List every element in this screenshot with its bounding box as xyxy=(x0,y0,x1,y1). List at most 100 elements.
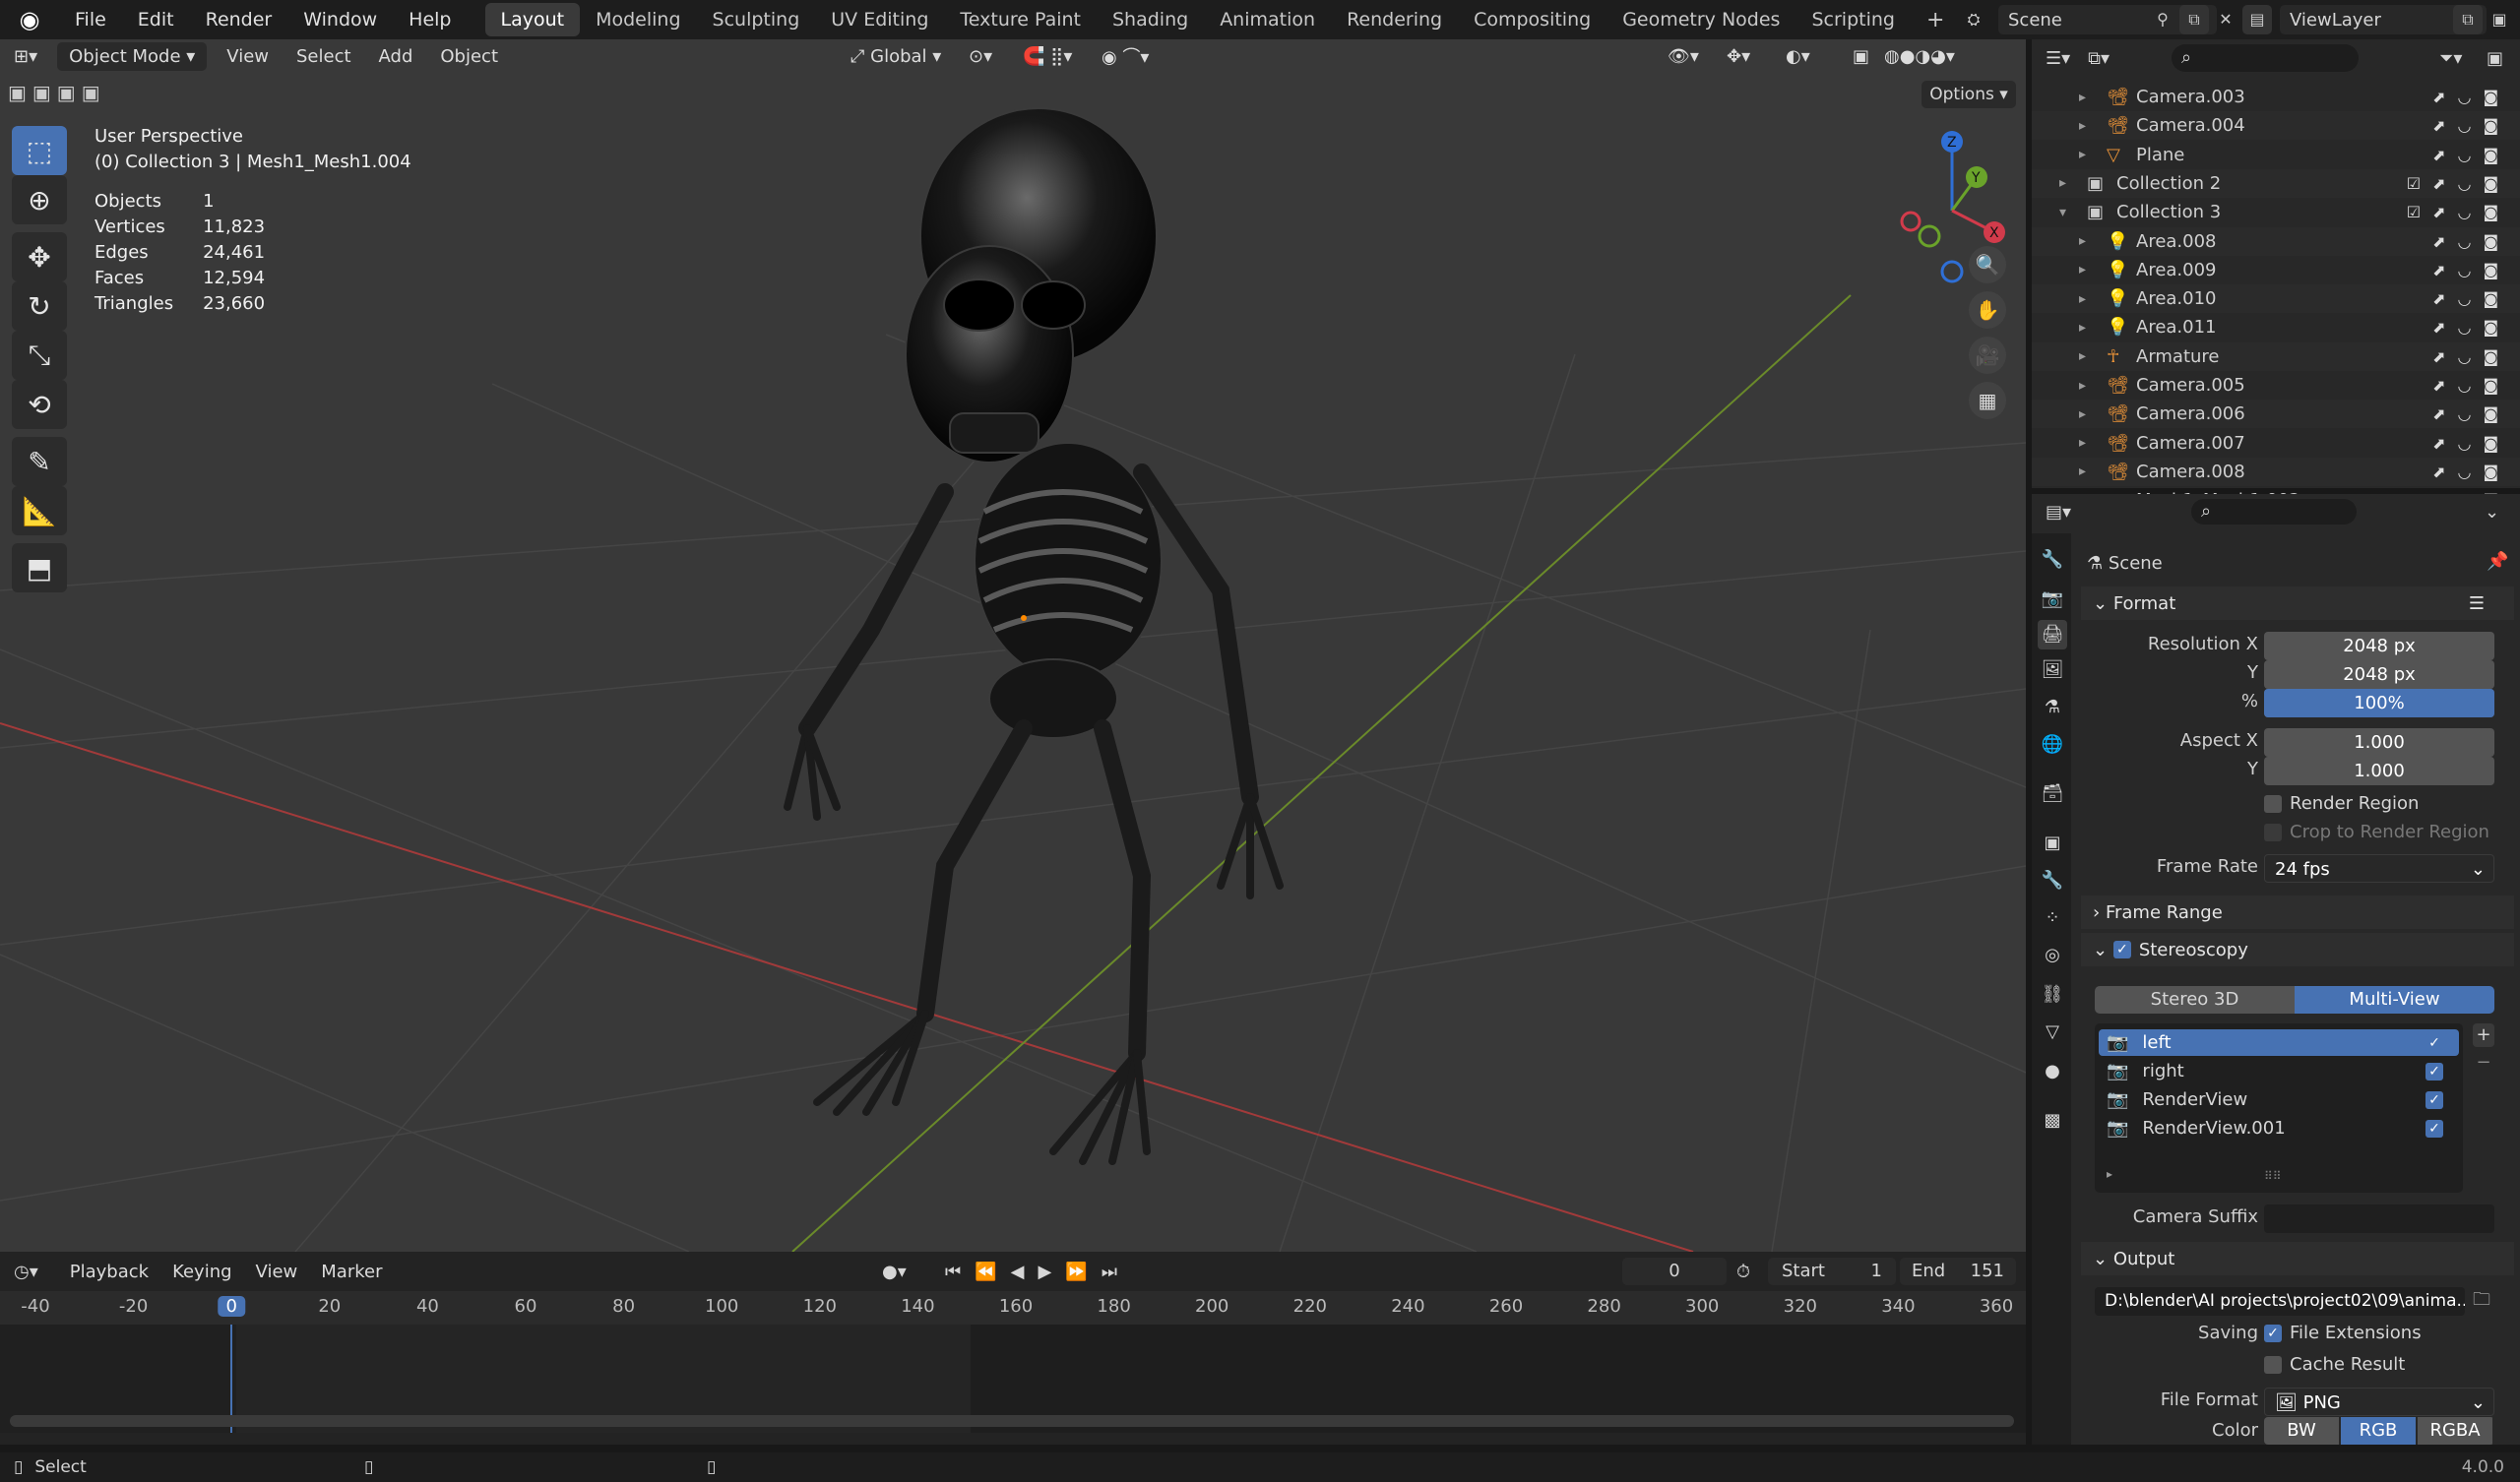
add-workspace-icon[interactable]: + xyxy=(1911,2,1960,38)
visibility-toggles[interactable]: ⬈◡◙ xyxy=(2432,376,2510,395)
visibility-toggles[interactable]: ⬈◡◙ xyxy=(2432,261,2510,279)
frame-rate-dropdown[interactable]: 24 fps ⌄ xyxy=(2264,854,2494,883)
presets-icon[interactable]: ☰ xyxy=(2469,593,2485,614)
timeline-menu-keying[interactable]: Keying xyxy=(160,1262,243,1282)
prev-keyframe-icon[interactable]: ⏪ xyxy=(975,1262,996,1282)
outliner-row[interactable]: ▸ 📽 Camera.003 ⬈◡◙ xyxy=(2032,83,2520,111)
visibility-toggles[interactable]: ⬈◡◙ xyxy=(2432,88,2510,106)
visibility-toggles[interactable]: ⬈◡◙ xyxy=(2432,347,2510,366)
render-tab-icon[interactable]: 📷 xyxy=(2038,585,2067,614)
tab-layout[interactable]: Layout xyxy=(484,3,581,36)
outliner-editor-icon[interactable]: ☰▾ xyxy=(2046,48,2070,69)
timeline-editor-icon[interactable]: ◷▾ xyxy=(14,1262,38,1282)
3d-viewport[interactable]: ⊞▾ Object Mode ▾ View Select Add Object ⤢ G… xyxy=(0,39,2026,1252)
current-frame-field[interactable]: 0 xyxy=(1622,1258,1727,1285)
outliner-row[interactable]: ▸ 📽 Camera.007 ⬈◡◙ xyxy=(2032,429,2520,458)
pan-hand-icon[interactable]: ✋ xyxy=(1969,291,2006,329)
collection-tab-icon[interactable]: 🗃 xyxy=(2038,779,2067,809)
expand-arrow-icon[interactable]: ▸ xyxy=(2079,262,2086,278)
scale-tool-icon[interactable]: ⤡ xyxy=(12,331,67,380)
timeline-menu-marker[interactable]: Marker xyxy=(309,1262,394,1282)
overlay-toggle-icon[interactable]: ◐▾ xyxy=(1772,46,1824,67)
menu-file[interactable]: File xyxy=(59,9,122,31)
visibility-toggles[interactable]: ⬈◡◙ xyxy=(2432,146,2510,164)
tab-modeling[interactable]: Modeling xyxy=(580,3,696,36)
cache-result-checkbox[interactable]: Cache Result xyxy=(2264,1354,2405,1375)
editor-type-icon[interactable]: ⊞▾ xyxy=(0,46,51,67)
ortho-grid-icon[interactable]: ▦ xyxy=(1969,382,2006,419)
expand-arrow-icon[interactable]: ▸ xyxy=(2079,463,2086,479)
jump-end-icon[interactable]: ⏭ xyxy=(1102,1262,1117,1282)
properties-search-input[interactable]: ⌕ xyxy=(2191,499,2357,525)
tab-sculpting[interactable]: Sculpting xyxy=(697,3,816,36)
expand-arrow-icon[interactable]: ▾ xyxy=(2059,205,2066,220)
view-enabled-checkbox[interactable]: ✓ xyxy=(2426,1062,2443,1081)
rotate-tool-icon[interactable]: ↻ xyxy=(12,281,67,331)
record-icon[interactable]: ●▾ xyxy=(882,1262,907,1282)
pivot-icon[interactable]: ⊙▾ xyxy=(955,46,1006,67)
list-resize-grip[interactable]: ⠿⠿ xyxy=(2264,1169,2282,1183)
outliner-row[interactable]: ▾ ▣ Collection 3 ☑⬈◡◙ xyxy=(2032,198,2520,226)
outliner-row[interactable]: ▸ 📽 Camera.005 ⬈◡◙ xyxy=(2032,371,2520,400)
aspect-y-field[interactable]: 1.000 xyxy=(2264,757,2494,785)
world-tab-icon[interactable]: 🌐 xyxy=(2038,730,2067,760)
render-region-checkbox[interactable]: Render Region xyxy=(2264,793,2419,814)
outliner-row[interactable]: ▸ ▽ Plane ⬈◡◙ xyxy=(2032,141,2520,169)
visibility-toggles[interactable]: ⬈◡◙ xyxy=(2432,289,2510,308)
visibility-toggles[interactable]: ⬈◡◙ xyxy=(2432,434,2510,453)
tab-compositing[interactable]: Compositing xyxy=(1458,3,1606,36)
visibility-toggles[interactable]: ⬈◡◙ xyxy=(2432,318,2510,337)
tool-tab-icon[interactable]: 🔧 xyxy=(2038,545,2067,575)
new-collection-icon[interactable]: ▣ xyxy=(2487,48,2503,69)
format-panel-header[interactable]: ⌄ Format ☰ xyxy=(2081,587,2514,620)
outliner-row[interactable]: ▸ 💡 Area.011 ⬈◡◙ xyxy=(2032,313,2520,341)
tab-animation[interactable]: Animation xyxy=(1204,3,1331,36)
view-row-right[interactable]: 📷 right ✓ xyxy=(2099,1058,2459,1084)
outliner-search-input[interactable]: ⌕ xyxy=(2172,44,2359,72)
camera-view-icon[interactable]: 🎥 xyxy=(1969,337,2006,374)
scene-tab-icon[interactable]: ⚗ xyxy=(2038,693,2067,722)
outliner-row[interactable]: ▸ 📽 Camera.006 ⬈◡◙ xyxy=(2032,400,2520,429)
view-row-renderview-001[interactable]: 📷 RenderView.001 ✓ xyxy=(2099,1115,2459,1142)
crop-region-checkbox[interactable]: Crop to Render Region xyxy=(2264,822,2489,842)
multi-view-tab[interactable]: Multi-View xyxy=(2295,986,2494,1014)
visibility-toggles[interactable]: ⬈◡◙ xyxy=(2432,463,2510,481)
proportional-edit-icon[interactable]: ◉ ⌒▾ xyxy=(1088,43,1163,69)
expand-arrow-icon[interactable]: ▸ xyxy=(2079,348,2086,364)
outliner-display-icon[interactable]: ⧉▾ xyxy=(2088,48,2110,69)
transform-orientation[interactable]: ⤢ Global ▾ xyxy=(837,46,955,67)
pin-icon[interactable]: ⚲ xyxy=(2148,5,2177,34)
output-path-input[interactable]: D:\blender\AI projects\project02\09\anim… xyxy=(2095,1287,2465,1316)
folder-icon[interactable]: 🗀 xyxy=(2473,1287,2490,1317)
viewport-menu-view[interactable]: View xyxy=(213,46,283,67)
expand-arrow-icon[interactable]: ▸ xyxy=(2079,406,2086,422)
list-expand-icon[interactable]: ▸ xyxy=(2107,1167,2112,1181)
chevron-down-icon[interactable]: ⌄ xyxy=(2485,502,2499,523)
snap-icon[interactable]: 🧲 ⣿▾ xyxy=(1009,46,1086,67)
remove-view-button[interactable]: − xyxy=(2473,1051,2494,1075)
resolution-percent-slider[interactable]: 100% xyxy=(2264,689,2494,717)
outliner-row[interactable]: ▸ 💡 Area.008 ⬈◡◙ xyxy=(2032,226,2520,256)
measure-tool-icon[interactable]: 📐 xyxy=(12,486,67,535)
outliner-row[interactable]: ▸ 💡 Area.009 ⬈◡◙ xyxy=(2032,256,2520,284)
object-tab-icon[interactable]: ▣ xyxy=(2038,829,2067,858)
expand-arrow-icon[interactable]: ▸ xyxy=(2079,378,2086,394)
particles-tab-icon[interactable]: ⁘ xyxy=(2038,903,2067,933)
gizmo-toggle-icon[interactable]: ✥▾ xyxy=(1713,46,1764,67)
add-view-button[interactable]: + xyxy=(2473,1023,2494,1047)
menu-window[interactable]: Window xyxy=(287,9,393,31)
tab-rendering[interactable]: Rendering xyxy=(1331,3,1458,36)
tab-shading[interactable]: Shading xyxy=(1097,3,1204,36)
next-keyframe-icon[interactable]: ⏩ xyxy=(1065,1262,1087,1282)
timeline-ruler[interactable]: -40 -20 0 20 40 60 80 100 120 140 160 180 200 220 240 2… xyxy=(0,1291,2026,1325)
timeline-menu-view[interactable]: View xyxy=(244,1262,310,1282)
timeline-tracks[interactable] xyxy=(0,1325,2026,1433)
timeline-scrollbar[interactable] xyxy=(10,1415,2014,1427)
view-layer-tab-icon[interactable]: 🖼 xyxy=(2038,655,2067,685)
expand-arrow-icon[interactable]: ▸ xyxy=(2079,291,2086,307)
start-frame-field[interactable]: Start 1 xyxy=(1768,1258,1896,1285)
expand-arrow-icon[interactable]: ▸ xyxy=(2079,118,2086,134)
filter-icon[interactable]: ⏷▾ xyxy=(2439,48,2462,69)
output-panel-header[interactable]: ⌄ Output xyxy=(2081,1242,2514,1275)
camera-suffix-input[interactable] xyxy=(2264,1204,2494,1233)
